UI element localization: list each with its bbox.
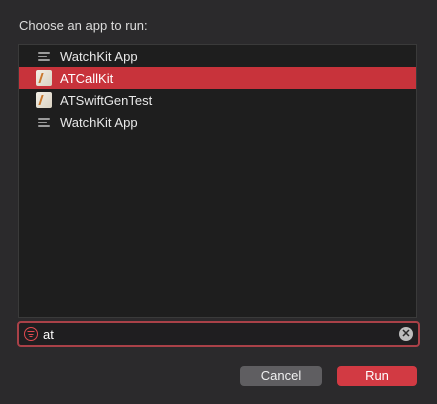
list-item-selected[interactable]: ATCallKit <box>19 67 416 89</box>
list-item-label: WatchKit App <box>60 114 138 130</box>
list-item-label: WatchKit App <box>60 48 138 64</box>
cancel-button[interactable]: Cancel <box>240 366 322 386</box>
clear-icon[interactable]: ✕ <box>399 327 413 341</box>
filter-input[interactable] <box>43 326 393 343</box>
watchkit-app-icon <box>36 48 52 64</box>
list-item[interactable]: WatchKit App <box>19 45 416 67</box>
list-item[interactable]: ATSwiftGenTest <box>19 89 416 111</box>
dialog-prompt: Choose an app to run: <box>19 18 148 33</box>
list-item-label: ATCallKit <box>60 70 114 86</box>
list-item-label: ATSwiftGenTest <box>60 92 153 108</box>
list-item[interactable]: WatchKit App <box>19 111 416 133</box>
watchkit-app-icon <box>36 114 52 130</box>
app-list[interactable]: WatchKit App ATCallKit ATSwiftGenTest Wa… <box>18 44 417 318</box>
app-icon <box>36 92 52 108</box>
filter-field[interactable]: ✕ <box>17 321 420 347</box>
app-icon <box>36 70 52 86</box>
filter-icon <box>24 327 38 341</box>
run-button[interactable]: Run <box>337 366 417 386</box>
